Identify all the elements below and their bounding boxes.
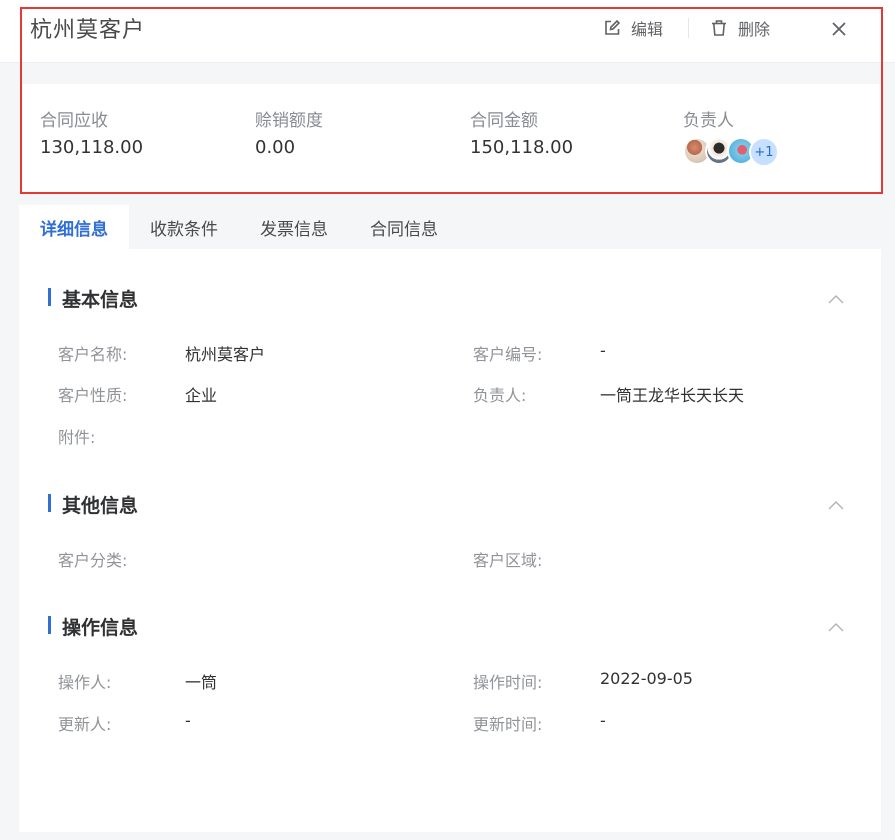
op-time-value: 2022-09-05 — [600, 669, 693, 688]
stat-receivable-label: 合同应收 — [40, 111, 108, 131]
section-marker — [48, 288, 51, 306]
tab-details[interactable]: 详细信息 — [19, 205, 129, 249]
operator-value: 一筒 — [185, 673, 218, 692]
close-icon[interactable] — [831, 21, 847, 41]
customer-no-value: - — [600, 341, 606, 360]
chevron-up-icon[interactable] — [828, 495, 844, 514]
updater-value: - — [185, 711, 191, 730]
more-owners-badge[interactable]: +1 — [749, 137, 779, 167]
section-title: 其他信息 — [62, 495, 139, 517]
edit-icon — [603, 19, 621, 37]
stat-writeoff-value: 0.00 — [255, 137, 296, 158]
stat-receivable-value: 130,118.00 — [40, 137, 144, 158]
stat-writeoff-label: 赊销额度 — [255, 111, 323, 131]
category-label: 客户分类: — [58, 551, 128, 570]
customer-name-value: 杭州莫客户 — [185, 345, 266, 364]
update-time-value: - — [600, 711, 606, 730]
owner-value: 一筒王龙华长天长天 — [600, 386, 745, 405]
stat-amount-label: 合同金额 — [470, 111, 538, 131]
stat-amount: 合同金额 150,118.00 — [470, 106, 573, 158]
section-title: 操作信息 — [62, 617, 139, 639]
customer-name-label: 客户名称: — [58, 345, 128, 364]
region-label: 客户区域: — [473, 551, 543, 570]
stat-amount-value: 150,118.00 — [470, 137, 574, 158]
edit-label: 编辑 — [631, 20, 664, 39]
owner-avatars: +1 — [683, 137, 779, 167]
stat-owner-label: 负责人 — [683, 111, 734, 131]
stat-owners: 负责人 +1 — [683, 106, 779, 167]
delete-button[interactable]: 删除 — [710, 16, 770, 40]
tab-payment-terms[interactable]: 收款条件 — [129, 205, 239, 249]
customer-no-label: 客户编号: — [473, 345, 543, 364]
summary-card: 合同应收 130,118.00 赊销额度 0.00 合同金额 150,118.0… — [21, 84, 881, 192]
detail-panel: 基本信息 客户名称: 杭州莫客户 客户编号: - 客户性质: 企业 负责人: 一… — [19, 249, 881, 832]
tab-bar: 详细信息 收款条件 发票信息 合同信息 — [19, 205, 881, 249]
chevron-up-icon[interactable] — [828, 617, 844, 636]
updater-label: 更新人: — [58, 715, 112, 734]
attachment-label: 附件: — [58, 428, 96, 447]
op-time-label: 操作时间: — [473, 673, 543, 692]
stat-receivable: 合同应收 130,118.00 — [40, 106, 143, 158]
operator-label: 操作人: — [58, 673, 112, 692]
customer-type-label: 客户性质: — [58, 386, 128, 405]
drawer-header: 杭州莫客户 编辑 删除 — [0, 0, 895, 63]
chevron-up-icon[interactable] — [828, 289, 844, 308]
trash-icon — [710, 19, 728, 37]
section-title: 基本信息 — [62, 289, 139, 311]
header-divider — [688, 18, 689, 38]
stat-writeoff: 赊销额度 0.00 — [255, 106, 323, 158]
customer-type-value: 企业 — [185, 386, 218, 405]
delete-label: 删除 — [738, 20, 771, 39]
update-time-label: 更新时间: — [473, 715, 543, 734]
owner-label: 负责人: — [473, 386, 527, 405]
page-title: 杭州莫客户 — [30, 18, 146, 43]
tab-contract[interactable]: 合同信息 — [349, 205, 459, 249]
section-marker — [48, 616, 51, 634]
section-marker — [48, 494, 51, 512]
edit-button[interactable]: 编辑 — [603, 16, 663, 40]
tab-invoice[interactable]: 发票信息 — [239, 205, 349, 249]
